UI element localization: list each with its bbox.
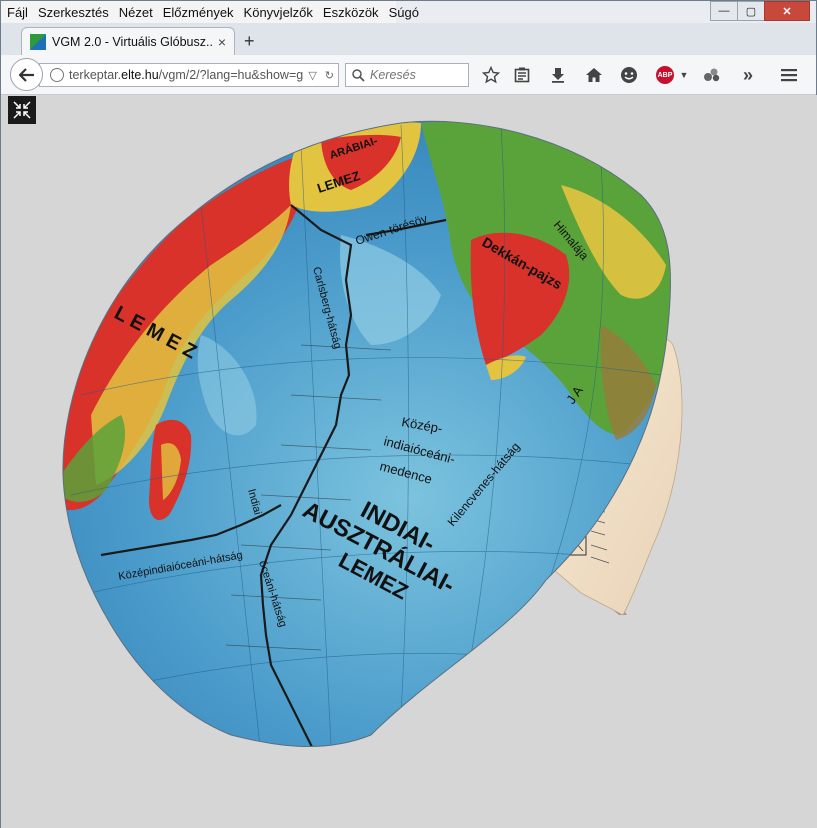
reload-icon[interactable]: ↻ [325, 69, 334, 82]
tab-close-icon[interactable]: × [218, 34, 226, 50]
new-tab-button[interactable]: + [244, 31, 255, 52]
nav-bar: terkeptar.elte.hu/vgm/2/?lang=hu&show=g … [1, 55, 816, 95]
extension-icon[interactable] [702, 65, 722, 85]
adblock-dropdown-icon[interactable]: ▼ [674, 65, 694, 85]
maximize-button[interactable]: ▢ [737, 1, 765, 21]
overflow-icon[interactable]: » [738, 65, 758, 85]
url-text: terkeptar.elte.hu/vgm/2/?lang=hu&show=g [69, 68, 304, 82]
globe-viewer[interactable]: ARÁBIAI- LEMEZ Owen-törésöv Carlsberg-há… [1, 95, 816, 828]
site-favicon-icon [30, 33, 46, 50]
search-input[interactable] [365, 68, 460, 82]
reading-list-icon[interactable] [512, 65, 532, 85]
dropdown-arrow-icon[interactable]: ▽ [308, 69, 316, 82]
close-button[interactable]: ✕ [764, 1, 810, 21]
menu-bar: Fájl Szerkesztés Nézet Előzmények Könyvj… [1, 1, 419, 23]
menu-icon[interactable] [779, 65, 799, 85]
window-controls: — ▢ ✕ [710, 1, 810, 21]
menu-file[interactable]: Fájl [7, 5, 28, 20]
collapse-icon [13, 101, 31, 119]
tab-vgm[interactable]: VGM 2.0 - Virtuális Glóbusz... × [21, 27, 235, 55]
menu-help[interactable]: Súgó [389, 5, 419, 20]
menu-history[interactable]: Előzmények [163, 5, 234, 20]
back-button[interactable] [10, 58, 43, 91]
fullscreen-button[interactable] [8, 96, 36, 124]
chat-icon[interactable] [619, 65, 639, 85]
url-bar[interactable]: terkeptar.elte.hu/vgm/2/?lang=hu&show=g … [39, 63, 339, 87]
page-content: ARÁBIAI- LEMEZ Owen-törésöv Carlsberg-há… [1, 95, 817, 828]
menu-view[interactable]: Nézet [119, 5, 153, 20]
menu-tools[interactable]: Eszközök [323, 5, 379, 20]
search-bar[interactable] [345, 63, 469, 87]
tab-strip: VGM 2.0 - Virtuális Glóbusz... × + [1, 23, 816, 55]
back-arrow-icon [18, 67, 34, 82]
home-icon[interactable] [584, 65, 604, 85]
search-icon [352, 68, 365, 82]
menu-bookmarks[interactable]: Könyvjelzők [244, 5, 313, 20]
site-identity-icon[interactable] [50, 68, 64, 82]
tab-title: VGM 2.0 - Virtuális Glóbusz... [52, 34, 214, 49]
star-icon[interactable] [481, 65, 501, 85]
adblock-icon[interactable]: ABP [656, 66, 674, 84]
download-icon[interactable] [548, 65, 568, 85]
browser-window: Fájl Szerkesztés Nézet Előzmények Könyvj… [0, 0, 817, 828]
minimize-button[interactable]: — [710, 1, 738, 21]
menu-edit[interactable]: Szerkesztés [38, 5, 109, 20]
